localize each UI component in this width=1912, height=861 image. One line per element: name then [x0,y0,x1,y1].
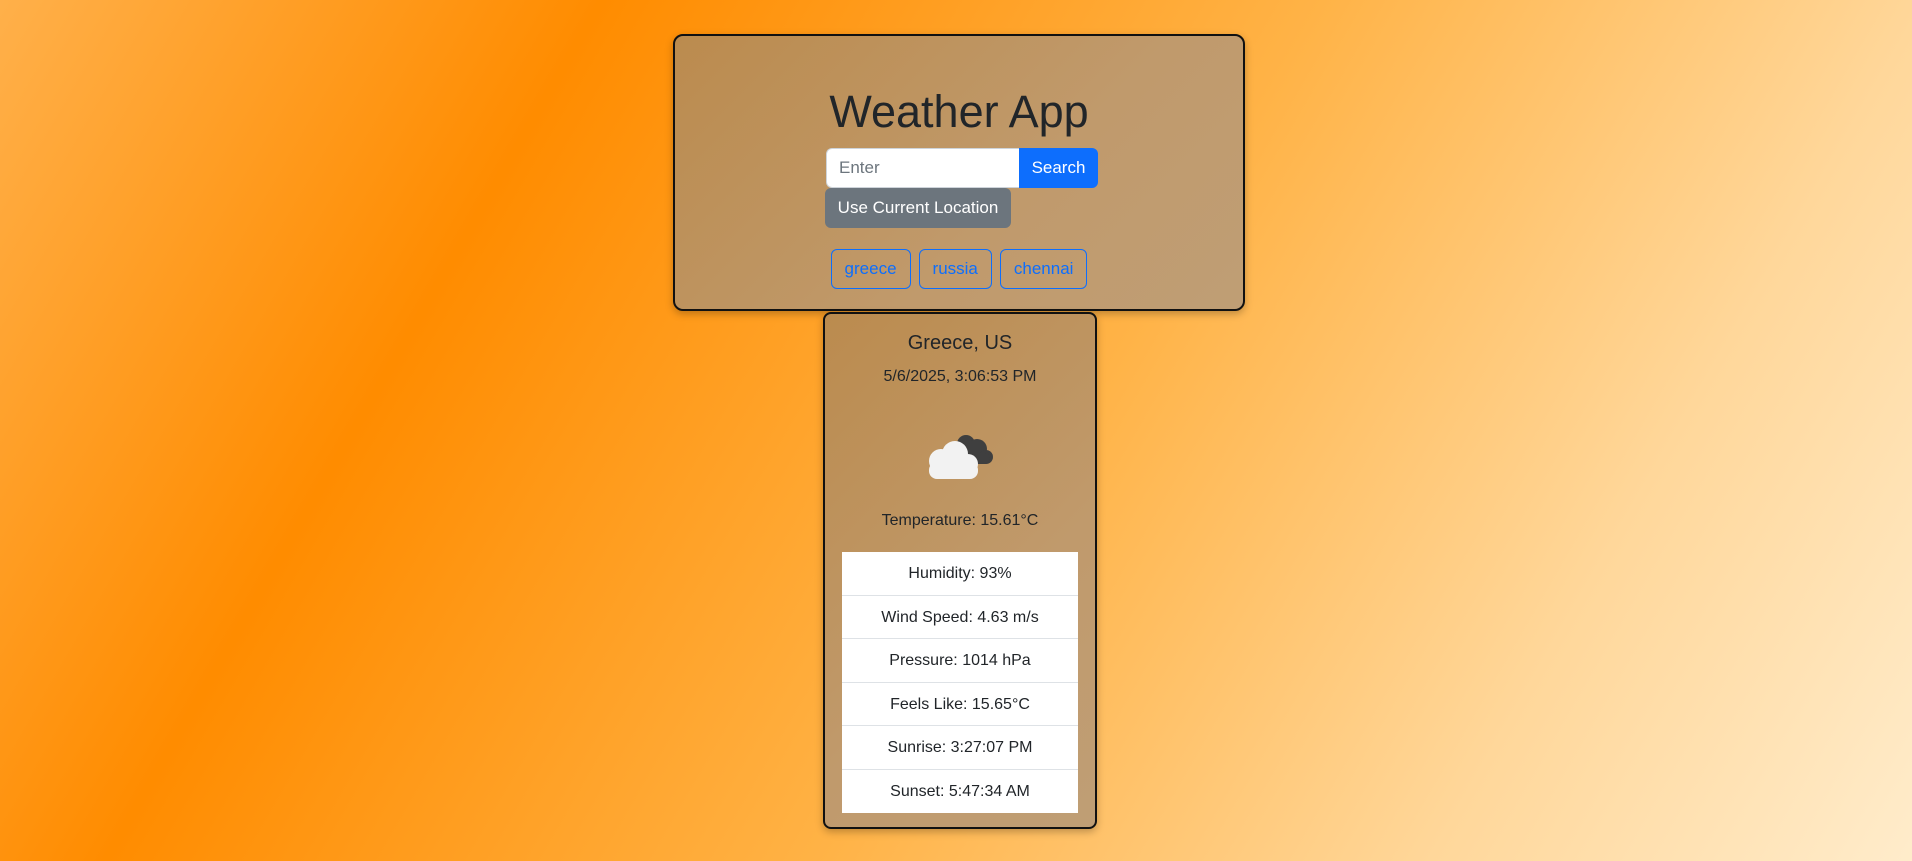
cloudy-icon [929,435,993,479]
search-button[interactable]: Search [1019,148,1098,188]
recent-search-chennai[interactable]: chennai [999,249,1088,289]
search-row: Search [826,148,1098,188]
recent-searches: greece russia chennai [675,249,1243,289]
humidity-item: Humidity: 93% [842,552,1078,596]
weather-details-list: Humidity: 93% Wind Speed: 4.63 m/s Press… [842,552,1078,813]
recent-search-greece[interactable]: greece [830,249,911,289]
city-search-input[interactable] [826,148,1019,188]
city-name: Greece, US [907,332,1013,354]
use-current-location-button[interactable]: Use Current Location [825,188,1011,228]
sunset-item: Sunset: 5:47:34 AM [890,782,1030,800]
pressure-item: Pressure: 1014 hPa [842,639,1078,683]
wind-speed-item: Wind Speed: 4.63 m/s [842,596,1078,639]
sunrise-item: Sunrise: 3:27:07 PM [842,726,1078,770]
search-panel: Weather App Search Use Current Location … [673,34,1245,311]
weather-card: Greece, US 5/6/2025, 3:06:53 PM Temperat… [823,312,1097,829]
recent-search-russia[interactable]: russia [918,249,992,289]
app-title: Weather App [829,86,1089,137]
date-time: 5/6/2025, 3:06:53 PM [883,368,1037,385]
temperature: Temperature: 15.61°C [881,512,1039,529]
feels-like-item: Feels Like: 15.65°C [842,683,1078,726]
